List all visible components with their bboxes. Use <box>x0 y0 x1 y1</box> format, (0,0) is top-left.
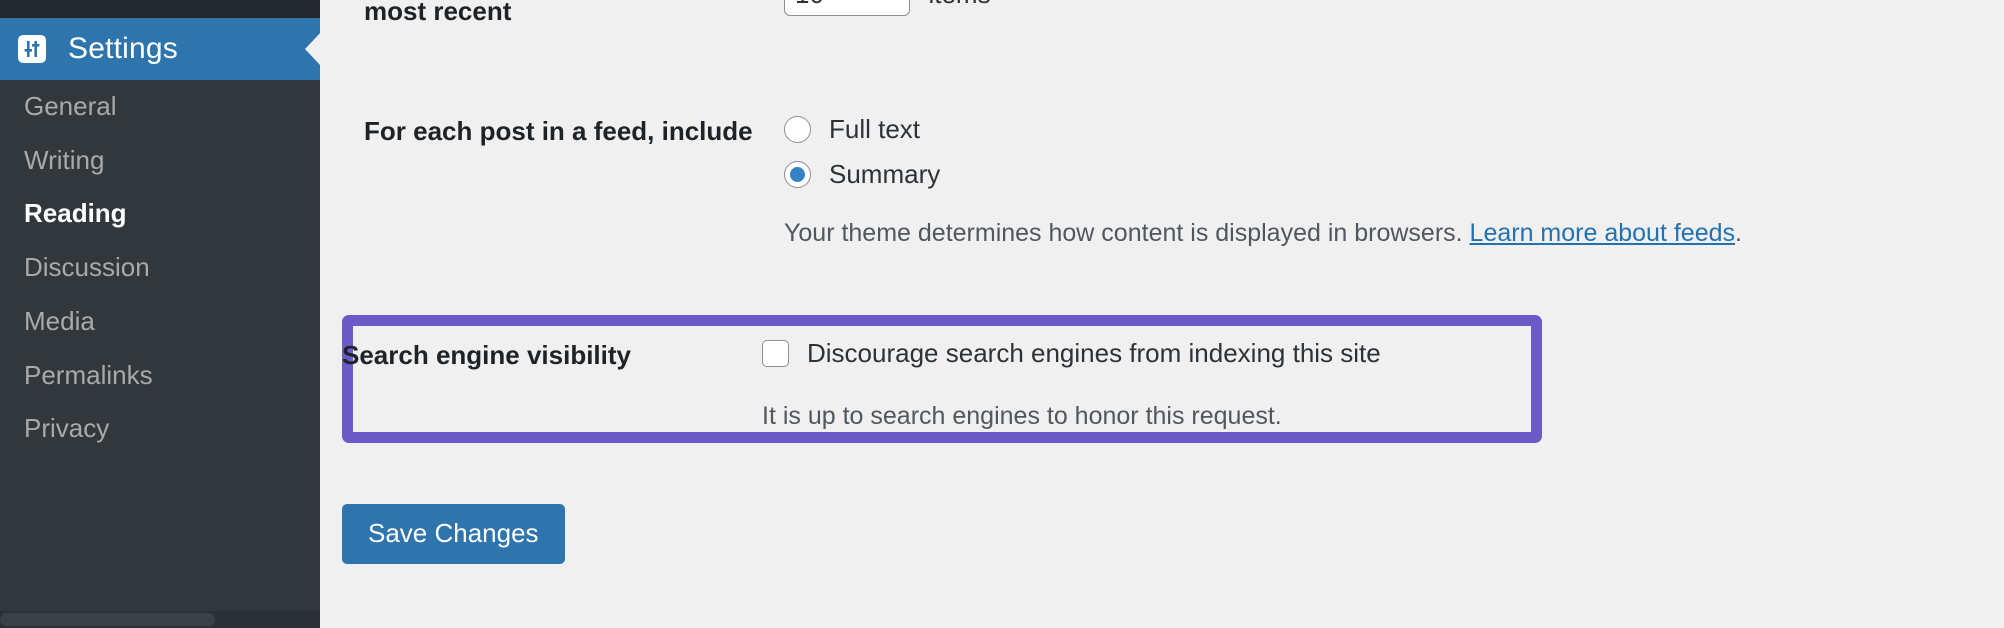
sidebar-top-strip <box>0 0 320 18</box>
syndication-feeds-label: most recent <box>364 0 512 26</box>
feed-include-field: Full text Summary Your theme determines … <box>784 114 1742 251</box>
feed-include-help-text: Your theme determines how content is dis… <box>784 216 1742 251</box>
sidebar-item-general[interactable]: General <box>0 80 320 134</box>
syndication-items-input[interactable] <box>784 0 910 16</box>
sidebar-item-writing[interactable]: Writing <box>0 134 320 188</box>
sidebar-horizontal-scrollbar[interactable] <box>0 611 320 628</box>
discourage-search-engines-label: Discourage search engines from indexing … <box>807 338 1381 368</box>
sidebar-item-media[interactable]: Media <box>0 295 320 349</box>
syndication-feeds-row: most recent items <box>364 0 991 28</box>
settings-sliders-icon <box>18 35 46 63</box>
settings-submenu: General Writing Reading Discussion Media… <box>0 80 320 456</box>
discourage-search-engines-option[interactable]: Discourage search engines from indexing … <box>762 338 1381 369</box>
radio-summary-input[interactable] <box>784 161 811 188</box>
syndication-feeds-field: items <box>784 0 991 28</box>
discourage-search-engines-checkbox[interactable] <box>762 340 789 367</box>
radio-full-text-label: Full text <box>829 114 921 144</box>
radio-option-summary[interactable]: Summary <box>784 159 1742 190</box>
syndication-items-suffix: items <box>928 0 990 9</box>
learn-more-about-feeds-link[interactable]: Learn more about feeds <box>1470 219 1735 247</box>
sidebar-settings-label: Settings <box>68 32 178 65</box>
save-changes-button[interactable]: Save Changes <box>342 504 565 564</box>
sidebar-item-privacy[interactable]: Privacy <box>0 402 320 456</box>
sidebar-item-reading[interactable]: Reading <box>0 187 320 241</box>
radio-option-full-text[interactable]: Full text <box>784 114 1742 145</box>
wordpress-admin-screen: Settings General Writing Reading Discuss… <box>0 0 2004 628</box>
radio-summary-label: Summary <box>829 159 941 189</box>
admin-sidebar: Settings General Writing Reading Discuss… <box>0 0 320 628</box>
sidebar-scrollbar-thumb[interactable] <box>0 613 215 626</box>
search-engine-visibility-label: Search engine visibility <box>342 340 631 370</box>
reading-settings-form: most recent items For each post in a fee… <box>320 0 2004 628</box>
sidebar-item-settings[interactable]: Settings <box>0 18 320 80</box>
feed-help-period: . <box>1735 219 1742 247</box>
feed-include-row: For each post in a feed, include Full te… <box>364 114 1742 251</box>
search-visibility-help-text: It is up to search engines to honor this… <box>762 402 1282 430</box>
search-engine-visibility-field: Discourage search engines from indexing … <box>762 338 1381 434</box>
search-engine-visibility-row: Search engine visibility Discourage sear… <box>342 338 1381 434</box>
feed-include-label: For each post in a feed, include <box>364 116 753 146</box>
radio-full-text-input[interactable] <box>784 116 811 143</box>
sidebar-item-permalinks[interactable]: Permalinks <box>0 349 320 403</box>
sidebar-item-discussion[interactable]: Discussion <box>0 241 320 295</box>
feed-help-sentence: Your theme determines how content is dis… <box>784 219 1470 247</box>
